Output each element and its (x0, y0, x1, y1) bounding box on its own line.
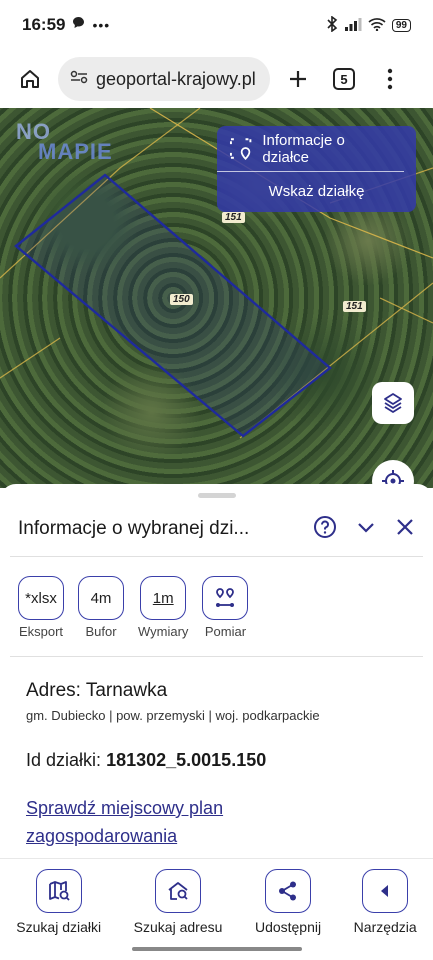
tabs-button[interactable]: 5 (326, 61, 362, 97)
measure-pins-icon (216, 588, 235, 607)
status-time: 16:59 (22, 15, 66, 34)
tool-label: Eksport (18, 624, 64, 639)
sheet-header: Informacje o wybranej dzi... (0, 502, 433, 556)
gesture-bar (132, 947, 302, 951)
tool-row: *xlsx Eksport 4m Bufor 1m Wymiary Pomiar (18, 576, 249, 639)
plot-info-button[interactable]: Informacje o działce (217, 126, 404, 172)
zoning-plan-link[interactable]: Sprawdź miejscowy plan zagospodarowania (26, 794, 306, 850)
plus-icon (290, 71, 306, 87)
map-view[interactable]: NO MAPIE 151 150 151 Informacje o działc… (0, 108, 433, 488)
home-search-icon (168, 882, 188, 900)
tabs-count: 5 (333, 68, 355, 90)
url-text: geoportal-krajowy.pl (96, 68, 256, 89)
selected-plot-outline (14, 173, 332, 438)
plot-id-label: Id działki: (26, 750, 102, 770)
status-bar: 16:59 ••• 99 (0, 0, 433, 50)
help-icon[interactable] (313, 515, 337, 544)
sheet-title: Informacje o wybranej dzi... (18, 518, 250, 539)
browser-toolbar: geoportal-krajowy.pl 5 (0, 50, 433, 108)
search-plot-button[interactable] (35, 869, 82, 913)
measure-tool[interactable]: Pomiar (202, 576, 249, 639)
close-icon[interactable] (395, 517, 415, 542)
divider (10, 556, 423, 557)
nav-label: Szukaj adresu (133, 919, 223, 935)
tool-label: Pomiar (204, 624, 247, 639)
plot-id-value: 181302_5.0015.150 (106, 750, 267, 770)
plot-id: Id działki: 181302_5.0015.150 (26, 750, 266, 771)
plot-info-panel: Informacje o działce Wskaż działkę (217, 126, 416, 212)
kebab-menu-icon (387, 68, 393, 90)
new-tab-button[interactable] (280, 61, 316, 97)
bottom-navigation: Szukaj działki Szukaj adresu Udostępnij … (0, 858, 433, 960)
dimensions-button[interactable]: 1m (140, 576, 187, 620)
chat-bubble-icon (72, 16, 85, 34)
dimensions-value: 1m (152, 589, 174, 607)
nav-label: Narzędzia (353, 919, 417, 935)
address-bar[interactable]: geoportal-krajowy.pl (58, 57, 270, 101)
share-icon (279, 881, 297, 901)
tool-label: Wymiary (138, 624, 189, 639)
select-area-pin-icon (229, 137, 252, 160)
measure-button[interactable] (202, 576, 249, 620)
tool-label: Bufor (85, 624, 117, 639)
buffer-tool[interactable]: 4m Bufor (78, 576, 124, 639)
layers-button[interactable] (372, 382, 414, 424)
home-button[interactable] (12, 61, 48, 97)
signal-icon (344, 17, 362, 34)
search-address-button[interactable] (155, 869, 202, 913)
wifi-icon (368, 17, 386, 34)
browser-menu-button[interactable] (372, 61, 408, 97)
export-tool[interactable]: *xlsx Eksport (18, 576, 64, 639)
tools-button[interactable] (362, 869, 409, 913)
plot-number-label: 151 (222, 212, 245, 223)
address-admin-units: gm. Dubiecko | pow. przemyski | woj. pod… (26, 708, 320, 723)
divider (10, 656, 423, 657)
plot-info-button-label: Informacje o działce (262, 131, 345, 166)
dimensions-tool[interactable]: 1m Wymiary (138, 576, 188, 639)
share-button[interactable] (265, 869, 312, 913)
nav-tools[interactable]: Narzędzia (354, 869, 417, 960)
sheet-drag-handle[interactable] (198, 493, 236, 498)
export-xlsx-button[interactable]: *xlsx (18, 576, 64, 620)
chevron-down-icon[interactable] (355, 516, 377, 543)
address-block: Adres: Tarnawka gm. Dubiecko | pow. prze… (26, 680, 320, 723)
plot-number-label: 151 (343, 301, 366, 312)
plot-number-label: 150 (170, 294, 193, 305)
battery-indicator: 99 (391, 18, 411, 32)
layers-icon (384, 393, 402, 413)
tools-icon (381, 885, 389, 897)
site-settings-icon[interactable] (70, 70, 88, 89)
bluetooth-icon (326, 14, 338, 35)
nav-search-plot[interactable]: Szukaj działki (16, 869, 101, 960)
address-title: Adres: Tarnawka (26, 680, 168, 701)
nav-label: Udostępnij (254, 919, 322, 935)
show-plot-button[interactable]: Wskaż działkę (217, 172, 416, 210)
buffer-button[interactable]: 4m (78, 576, 124, 620)
nav-label: Szukaj działki (16, 919, 102, 935)
home-icon (21, 70, 39, 88)
no-mapie-logo: NO MAPIE (16, 119, 113, 164)
more-dots-icon: ••• (92, 17, 111, 33)
map-search-icon (48, 881, 70, 901)
